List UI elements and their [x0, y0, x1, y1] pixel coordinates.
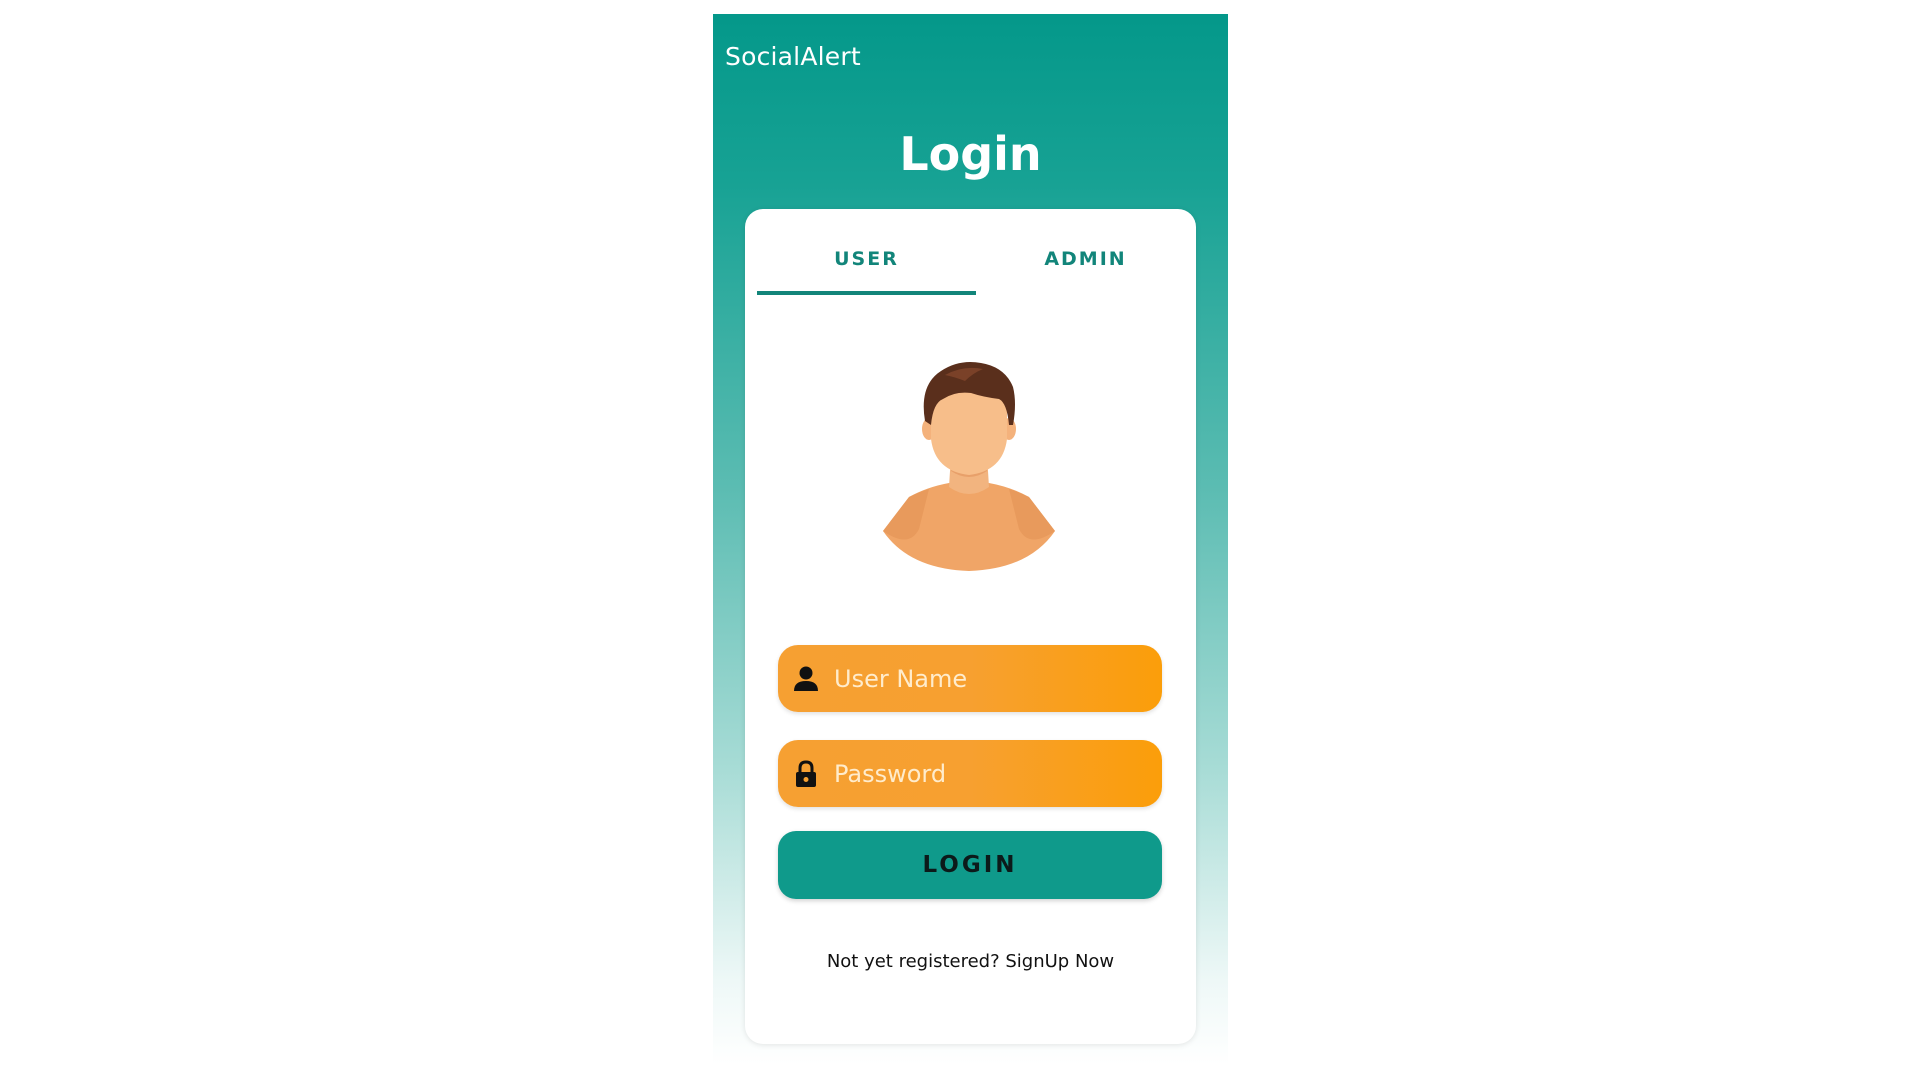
- selected-tab-indicator: [757, 291, 976, 295]
- signup-prefix: Not yet registered?: [826, 951, 1006, 972]
- person-icon: [794, 666, 818, 691]
- lock-icon: [796, 760, 816, 787]
- tab-bar: USER ADMIN: [757, 209, 1195, 309]
- app-title: SocialAlert: [725, 42, 861, 71]
- signup-prompt: Not yet registered? SignUp Now: [745, 951, 1196, 972]
- password-field: [778, 740, 1162, 807]
- page-title: Login: [899, 127, 1042, 181]
- username-field: [778, 645, 1162, 712]
- signup-link[interactable]: SignUp Now: [1005, 951, 1114, 972]
- tab-admin[interactable]: ADMIN: [976, 209, 1195, 309]
- username-input[interactable]: [834, 645, 1144, 712]
- user-avatar-illustration: [883, 362, 1055, 571]
- app-screen: SocialAlert Login USER ADMIN User Name L…: [713, 14, 1228, 1065]
- login-card: USER ADMIN User Name LOGIN Not yet regis…: [745, 209, 1196, 1044]
- password-input[interactable]: [834, 740, 1144, 807]
- login-button[interactable]: LOGIN: [778, 831, 1162, 899]
